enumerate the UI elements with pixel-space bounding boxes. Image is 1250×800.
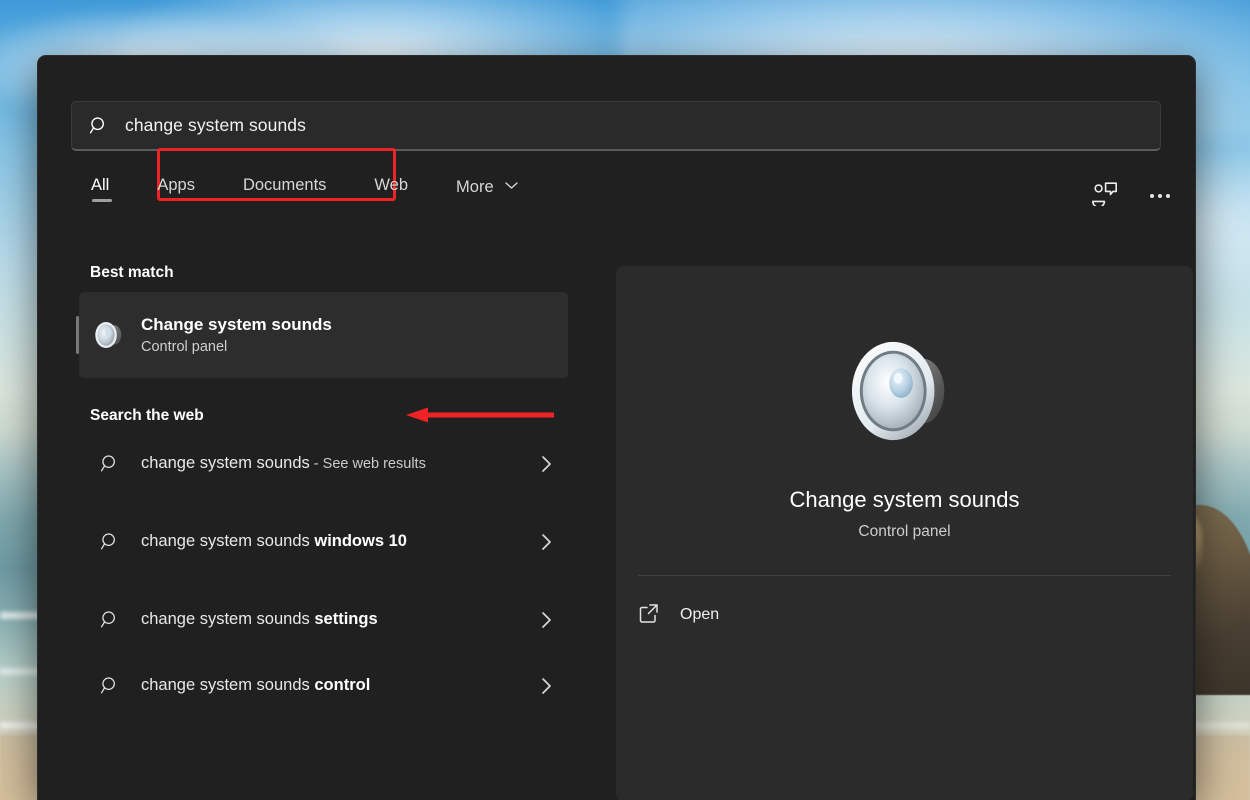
more-options-button[interactable] [1141, 177, 1179, 215]
search-icon [79, 531, 141, 553]
web-result-note: - See web results [310, 456, 426, 472]
web-result-label: change system sounds windows 10 [141, 530, 524, 553]
web-result-suffix: control [314, 676, 370, 694]
chevron-right-icon[interactable] [524, 677, 568, 695]
web-result-item[interactable]: change system sounds windows 10 [79, 497, 568, 587]
search-box[interactable]: change system sounds [71, 101, 1161, 151]
feedback-icon [1091, 181, 1118, 211]
tab-apps[interactable]: Apps [133, 172, 219, 207]
web-result-label: change system sounds - See web results [141, 452, 524, 475]
open-external-icon [638, 602, 660, 629]
search-web-section-title: Search the web [38, 407, 578, 425]
web-result-label: change system sounds settings [141, 608, 524, 631]
preview-icon-wrap [616, 336, 1193, 451]
search-icon [79, 453, 141, 475]
desktop-wallpaper: change system sounds All Apps Documents … [0, 0, 1250, 800]
best-match-result[interactable]: Change system sounds Control panel [79, 292, 568, 378]
web-result-suffix: settings [314, 610, 377, 628]
windows-search-panel: change system sounds All Apps Documents … [37, 55, 1196, 800]
search-input[interactable]: change system sounds [125, 115, 306, 136]
speaker-icon [79, 319, 141, 351]
tab-web[interactable]: Web [350, 172, 432, 207]
search-icon [79, 675, 141, 697]
best-match-title: Change system sounds [141, 315, 332, 335]
web-result-query: change system sounds [141, 676, 314, 694]
web-result-query: change system sounds [141, 610, 314, 628]
preview-title: Change system sounds [616, 487, 1193, 513]
search-icon [79, 609, 141, 631]
chevron-down-icon [505, 176, 518, 195]
speaker-icon [846, 336, 964, 451]
tab-more[interactable]: More [432, 172, 542, 209]
preview-panel: Change system sounds Control panel Open [616, 266, 1193, 800]
tab-web-label: Web [374, 176, 408, 194]
preview-subtitle: Control panel [616, 523, 1193, 541]
best-match-section-title: Best match [38, 264, 578, 282]
web-result-label: change system sounds control [141, 674, 524, 697]
tab-documents-label: Documents [243, 176, 326, 194]
results-column: Best match [38, 264, 578, 719]
web-result-item[interactable]: change system sounds - See web results [79, 431, 568, 497]
selection-indicator [76, 316, 79, 354]
search-header-actions [1085, 177, 1179, 215]
web-result-item[interactable]: change system sounds control [79, 653, 568, 719]
open-action-label: Open [680, 606, 719, 624]
web-result-item[interactable]: change system sounds settings [79, 587, 568, 653]
tab-documents[interactable]: Documents [219, 172, 350, 207]
preview-divider [638, 575, 1171, 576]
tab-apps-label: Apps [157, 176, 195, 194]
chevron-right-icon[interactable] [524, 455, 568, 473]
web-result-query: change system sounds [141, 454, 310, 472]
tab-all-label: All [91, 176, 109, 194]
tab-all[interactable]: All [71, 172, 133, 207]
web-result-suffix: windows 10 [314, 532, 407, 550]
feedback-button[interactable] [1085, 177, 1123, 215]
best-match-text: Change system sounds Control panel [141, 315, 332, 355]
chevron-right-icon[interactable] [524, 611, 568, 629]
web-result-query: change system sounds [141, 532, 314, 550]
search-filter-tabs: All Apps Documents Web More [71, 172, 542, 209]
best-match-subtitle: Control panel [141, 339, 332, 355]
open-action-button[interactable]: Open [616, 592, 1193, 638]
more-options-icon [1150, 194, 1170, 198]
search-box-container: change system sounds [71, 101, 1161, 151]
tab-more-label: More [456, 178, 494, 196]
search-icon [72, 102, 125, 149]
chevron-right-icon[interactable] [524, 533, 568, 551]
